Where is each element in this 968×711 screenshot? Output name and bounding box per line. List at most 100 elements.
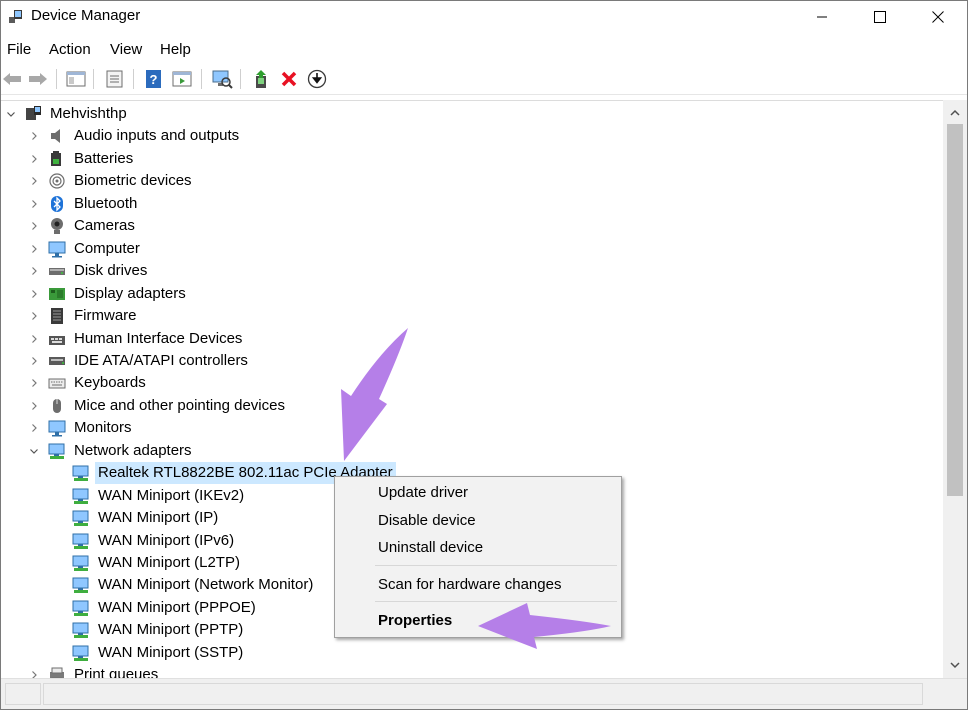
tree-root-label[interactable]: Mehvishthp <box>50 103 127 125</box>
tree-category[interactable]: IDE ATA/ATAPI controllers <box>74 350 248 372</box>
maximize-icon <box>874 11 886 23</box>
monitor-icon <box>48 241 66 258</box>
forward-icon <box>29 73 47 85</box>
expand-chevron-icon[interactable] <box>29 401 39 411</box>
tree-device[interactable]: WAN Miniport (IP) <box>98 507 218 529</box>
collapse-chevron-icon[interactable] <box>29 446 39 456</box>
menu-action[interactable]: Action <box>49 41 91 58</box>
computer-root-icon <box>26 106 41 120</box>
title-bar: Device Manager <box>1 1 967 33</box>
tree-category[interactable]: Cameras <box>74 215 135 237</box>
scroll-up-arrow-icon[interactable] <box>950 108 960 118</box>
tree-category[interactable]: Disk drives <box>74 260 147 282</box>
properties-button[interactable] <box>104 68 126 90</box>
console-tree-button[interactable] <box>65 68 87 90</box>
update-driver-button[interactable] <box>251 68 273 90</box>
expand-chevron-icon[interactable] <box>29 289 39 299</box>
tree-category[interactable]: Keyboards <box>74 372 146 394</box>
expand-chevron-icon[interactable] <box>29 199 39 209</box>
tree-device[interactable]: WAN Miniport (PPPOE) <box>98 597 256 619</box>
expand-chevron-icon[interactable] <box>29 334 39 344</box>
menu-properties[interactable]: Properties <box>335 608 621 634</box>
tree-device[interactable]: WAN Miniport (L2TP) <box>98 552 240 574</box>
vertical-scrollbar[interactable] <box>943 100 967 678</box>
tree-category[interactable]: Monitors <box>74 417 132 439</box>
ide-icon <box>49 356 65 365</box>
scan-hardware-icon <box>212 70 233 89</box>
expand-chevron-icon[interactable] <box>29 670 39 678</box>
expand-chevron-icon[interactable] <box>29 244 39 254</box>
menu-bar: File Action View Help <box>1 37 967 61</box>
action-pane-icon <box>172 71 192 87</box>
forward-button[interactable] <box>27 68 49 90</box>
expand-chevron-icon[interactable] <box>29 356 39 366</box>
tree-device[interactable]: WAN Miniport (PPTP) <box>98 619 243 641</box>
tree-category[interactable]: Firmware <box>74 305 137 327</box>
tree-category[interactable]: Biometric devices <box>74 170 192 192</box>
network-adapter-icon <box>72 622 89 639</box>
camera-icon <box>51 218 63 235</box>
network-adapter-icon <box>72 510 89 527</box>
mouse-icon <box>53 398 61 413</box>
menu-separator <box>375 601 617 602</box>
tree-category[interactable]: Display adapters <box>74 283 186 305</box>
expand-chevron-icon[interactable] <box>29 176 39 186</box>
network-adapter-icon <box>72 577 89 594</box>
expand-chevron-icon[interactable] <box>29 311 39 321</box>
menu-update-driver[interactable]: Update driver <box>335 480 621 506</box>
device-manager-app-icon <box>8 8 24 24</box>
scan-hardware-button[interactable] <box>211 68 233 90</box>
menu-separator <box>375 565 617 566</box>
back-button[interactable] <box>1 68 23 90</box>
device-manager-window: Device Manager File Action View Help ? M… <box>0 0 968 710</box>
status-pane-2 <box>43 683 923 705</box>
toolbar: ? <box>1 63 967 95</box>
tree-device[interactable]: WAN Miniport (Network Monitor) <box>98 574 313 596</box>
expand-chevron-icon[interactable] <box>29 221 39 231</box>
finger-icon <box>49 173 65 189</box>
properties-icon <box>106 70 123 88</box>
speaker-icon <box>51 129 60 144</box>
expand-chevron-icon[interactable] <box>29 266 39 276</box>
expand-chevron-icon[interactable] <box>29 154 39 164</box>
action-pane-button[interactable] <box>171 68 193 90</box>
tree-category[interactable]: Human Interface Devices <box>74 328 242 350</box>
scrollbar-thumb[interactable] <box>947 124 963 496</box>
context-menu: Update driver Disable device Uninstall d… <box>334 476 622 638</box>
tree-category[interactable]: Audio inputs and outputs <box>74 125 239 147</box>
maximize-button[interactable] <box>851 1 909 33</box>
tree-category[interactable]: Mice and other pointing devices <box>74 395 285 417</box>
tree-category[interactable]: Print queues <box>74 664 158 678</box>
menu-help[interactable]: Help <box>160 41 191 58</box>
menu-file[interactable]: File <box>7 41 31 58</box>
help-button[interactable]: ? <box>143 68 165 90</box>
close-icon <box>932 11 944 23</box>
expand-chevron-icon[interactable] <box>29 131 39 141</box>
expand-chevron-icon[interactable] <box>29 423 39 433</box>
back-icon <box>3 73 21 85</box>
minimize-icon <box>817 16 827 18</box>
tree-device[interactable]: WAN Miniport (IPv6) <box>98 530 234 552</box>
scroll-down-arrow-icon[interactable] <box>950 660 960 670</box>
expand-root-chevron-icon[interactable] <box>6 109 16 119</box>
close-button[interactable] <box>909 1 967 33</box>
menu-uninstall-device[interactable]: Uninstall device <box>335 535 621 561</box>
console-tree-icon <box>66 71 86 87</box>
menu-view[interactable]: View <box>110 41 142 58</box>
tree-category[interactable]: Network adapters <box>74 440 192 462</box>
menu-scan-hardware[interactable]: Scan for hardware changes <box>335 572 621 598</box>
monitor-icon <box>48 420 66 437</box>
keyboard-icon <box>48 378 66 389</box>
tree-category[interactable]: Bluetooth <box>74 193 137 215</box>
menu-disable-device[interactable]: Disable device <box>335 508 621 534</box>
uninstall-button[interactable] <box>278 68 300 90</box>
tree-device[interactable]: WAN Miniport (SSTP) <box>98 642 243 664</box>
network-adapter-icon <box>72 488 89 504</box>
minimize-button[interactable] <box>793 1 851 33</box>
tree-category[interactable]: Computer <box>74 238 140 260</box>
expand-chevron-icon[interactable] <box>29 378 39 388</box>
uninstall-icon <box>281 71 297 87</box>
tree-category[interactable]: Batteries <box>74 148 133 170</box>
download-button[interactable] <box>306 68 328 90</box>
tree-device[interactable]: WAN Miniport (IKEv2) <box>98 485 244 507</box>
